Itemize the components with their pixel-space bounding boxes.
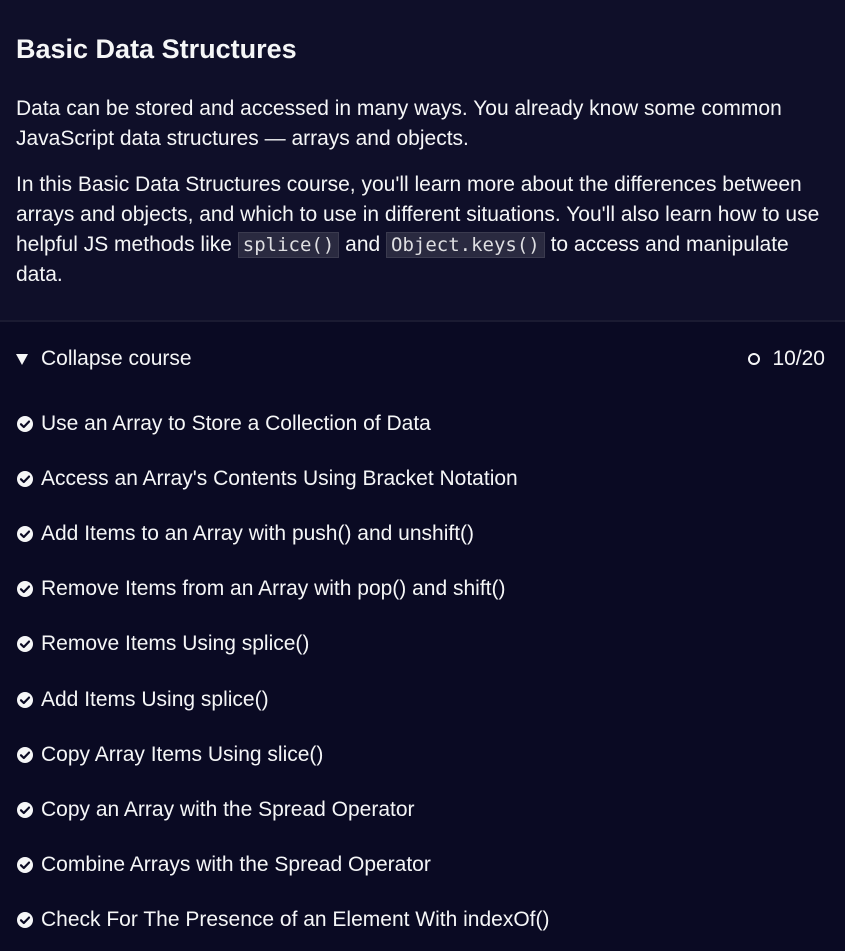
check-circle-icon [17,746,33,763]
lesson-item[interactable]: Copy an Array with the Spread Operator [0,782,845,837]
lesson-title: Add Items Using splice() [41,687,269,711]
lesson-title: Remove Items from an Array with pop() an… [41,577,506,601]
lesson-item[interactable]: Combine Arrays with the Spread Operator [0,838,845,893]
code-object-keys: Object.keys() [386,232,545,258]
course-progress: 10/20 [748,347,825,371]
lesson-item[interactable]: Use an Array to Store a Collection of Da… [0,396,845,451]
intro-paragraph-1: Data can be stored and accessed in many … [16,97,782,150]
course-intro: Basic Data Structures Data can be stored… [0,0,845,322]
intro-text-mid: and [339,233,387,256]
check-circle-icon [17,857,33,874]
caret-down-icon [16,353,28,365]
lesson-title: Access an Array's Contents Using Bracket… [41,466,518,490]
course-title: Basic Data Structures [16,34,297,64]
collapse-course-label: Collapse course [41,347,192,370]
course-bar: Collapse course 10/20 [0,322,845,396]
lesson-item[interactable]: Access an Array's Contents Using Bracket… [0,451,845,506]
lesson-title: Use an Array to Store a Collection of Da… [41,411,431,435]
lesson-item[interactable]: Add Items to an Array with push() and un… [0,506,845,561]
collapse-course-button[interactable]: Collapse course [16,347,192,371]
lesson-item[interactable]: Copy Array Items Using slice() [0,727,845,782]
circle-outline-icon [748,353,761,365]
intro-paragraph-2: In this Basic Data Structures course, yo… [16,170,829,290]
lesson-item[interactable]: Check For The Presence of an Element Wit… [0,893,845,948]
progress-count: 10/20 [772,347,825,370]
code-splice: splice() [237,232,340,258]
lesson-item[interactable]: Remove Items from an Array with pop() an… [0,562,845,617]
check-circle-icon [17,525,33,542]
check-circle-icon [17,636,33,653]
lesson-title: Check For The Presence of an Element Wit… [41,908,550,932]
lesson-title: Copy an Array with the Spread Operator [41,797,415,821]
lesson-title: Copy Array Items Using slice() [41,742,324,766]
check-circle-icon [17,801,33,818]
lesson-item[interactable]: Add Items Using splice() [0,672,845,727]
check-circle-icon [17,912,33,929]
check-circle-icon [17,415,33,432]
check-circle-icon [17,691,33,708]
check-circle-icon [17,470,33,487]
lesson-list: Use an Array to Store a Collection of Da… [0,396,845,948]
lesson-item[interactable]: Remove Items Using splice() [0,617,845,672]
lesson-title: Add Items to an Array with push() and un… [41,521,475,545]
lesson-title: Remove Items Using splice() [41,632,310,656]
lesson-title: Combine Arrays with the Spread Operator [41,853,431,877]
check-circle-icon [17,581,33,598]
